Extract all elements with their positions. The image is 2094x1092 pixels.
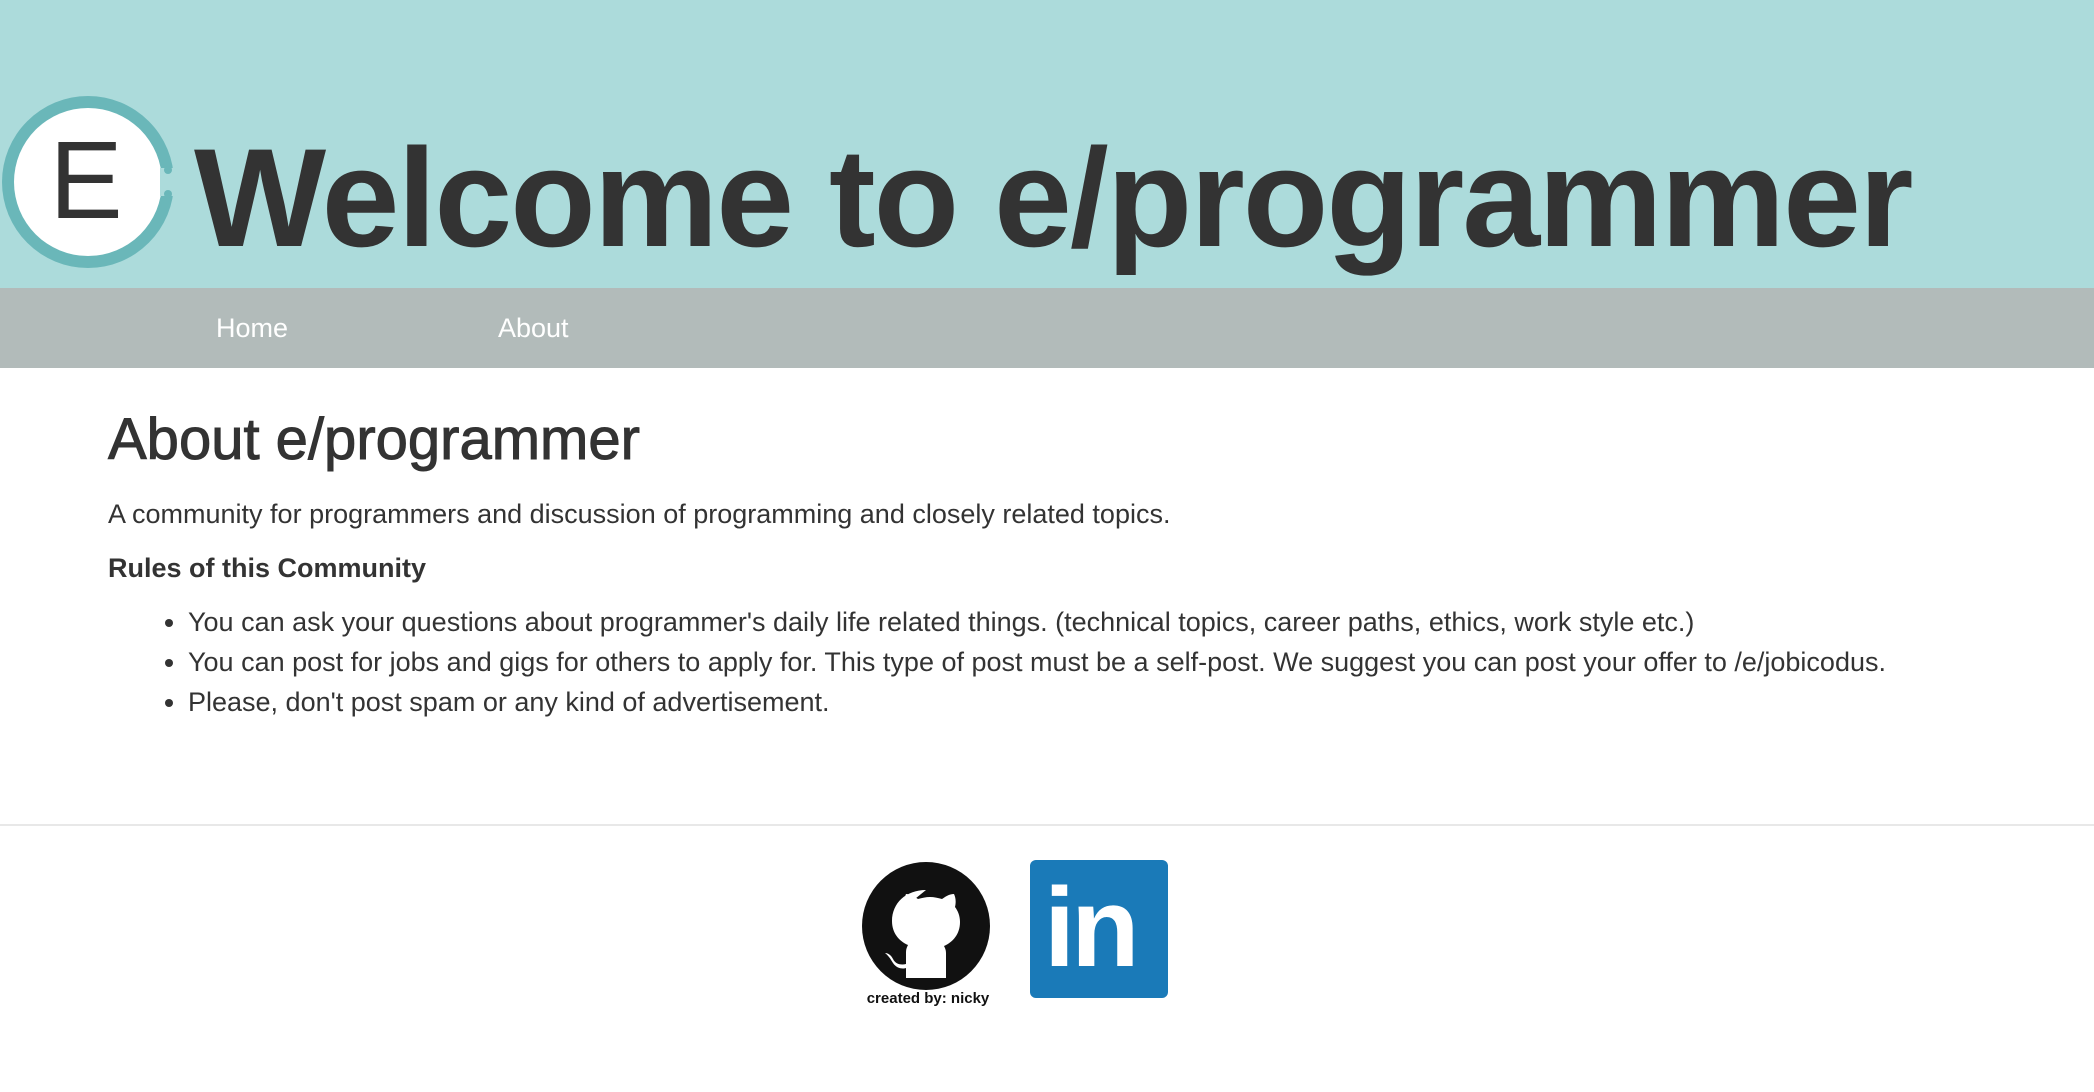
footer-divider	[0, 824, 2094, 826]
community-description: A community for programmers and discussi…	[108, 499, 1171, 529]
nav-home-link[interactable]: Home	[216, 288, 288, 368]
main-navigation: Home About	[0, 288, 2094, 368]
github-caption: created by: nicky	[866, 990, 990, 1007]
logo-letter: E	[49, 119, 122, 242]
main-content: About e/programmer A community for progr…	[108, 400, 2008, 722]
site-logo-icon[interactable]: E	[0, 90, 180, 274]
nav-about-link[interactable]: About	[498, 288, 569, 368]
github-icon	[862, 862, 990, 990]
rule-item: Please, don't post spam or any kind of a…	[188, 682, 2008, 722]
rules-list: You can ask your questions about program…	[108, 602, 2008, 722]
rule-item: You can ask your questions about program…	[188, 602, 2008, 642]
site-header: E Welcome to e/programmer	[0, 0, 2094, 288]
linkedin-link[interactable]: in	[1030, 860, 1168, 998]
linkedin-icon: in	[1044, 865, 1140, 990]
page-title: About e/programmer	[108, 407, 641, 473]
github-link[interactable]: created by: nicky	[860, 862, 996, 1012]
site-title: Welcome to e/programmer	[194, 119, 1913, 276]
rules-heading: Rules of this Community	[108, 553, 427, 583]
rule-item: You can post for jobs and gigs for other…	[188, 642, 2008, 682]
